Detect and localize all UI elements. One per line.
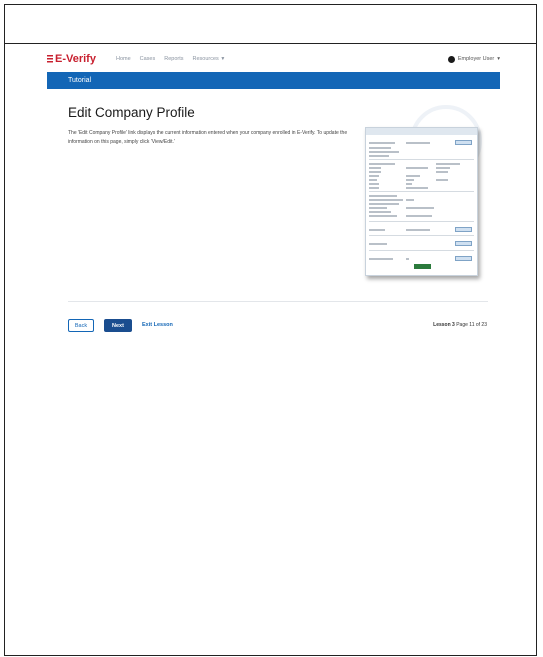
screenshot-row — [369, 147, 391, 149]
lesson-description: The 'Edit Company Profile' link displays… — [68, 130, 348, 145]
screenshot-row — [369, 163, 395, 165]
screenshot-row — [369, 195, 397, 197]
screenshot-header-bar — [366, 128, 477, 135]
screenshot-row — [406, 183, 412, 185]
frame-divider — [4, 43, 537, 44]
lesson-progress: Lesson 3 Page 11 of 23 — [433, 322, 487, 328]
nav-link-resources[interactable]: Resources ▼ — [193, 56, 226, 62]
screenshot-row — [369, 155, 389, 157]
top-navigation: E-Verify Home Cases Reports Resources ▼ … — [47, 46, 500, 72]
screenshot-separator — [369, 235, 474, 236]
screenshot-view-edit-button — [455, 227, 472, 232]
page-counter: Page 11 of 23 — [456, 322, 487, 328]
screenshot-row — [436, 167, 450, 169]
screenshot-row — [406, 179, 414, 181]
screenshot-row — [436, 163, 460, 165]
screenshot-row — [369, 142, 395, 144]
screenshot-row — [406, 215, 432, 217]
screenshot-row — [369, 151, 399, 153]
screenshot-row — [369, 243, 387, 245]
screenshot-row — [406, 229, 430, 231]
screenshot-row — [406, 167, 428, 169]
next-button[interactable]: Next — [104, 319, 132, 332]
screenshot-separator — [369, 159, 474, 160]
screenshot-row — [406, 199, 414, 201]
screenshot-row — [406, 258, 409, 260]
footer-divider — [68, 301, 488, 302]
screenshot-row — [369, 199, 403, 201]
screenshot-view-edit-button — [455, 140, 472, 145]
screenshot-row — [406, 187, 428, 189]
screenshot-view-edit-button — [455, 256, 472, 261]
screenshot-row — [369, 167, 381, 169]
lesson-number: Lesson 3 — [433, 322, 455, 328]
screenshot-separator — [369, 221, 474, 222]
screenshot-row — [369, 258, 393, 260]
nav-link-home[interactable]: Home — [116, 56, 131, 62]
user-icon — [447, 55, 455, 63]
screenshot-row — [406, 142, 430, 144]
screenshot-row — [369, 229, 385, 231]
nav-links: Home Cases Reports Resources ▼ — [116, 56, 225, 62]
exit-lesson-link[interactable]: Exit Lesson — [142, 322, 173, 328]
user-menu[interactable]: Employer User ▾ — [447, 55, 500, 63]
chevron-down-icon: ▼ — [220, 56, 226, 62]
screenshot-row — [369, 187, 379, 189]
screenshot-row — [406, 207, 434, 209]
screenshot-row — [406, 175, 420, 177]
screenshot-submit-button — [414, 264, 431, 269]
page-title: Edit Company Profile — [68, 105, 195, 120]
screenshot-row — [369, 179, 377, 181]
nav-link-reports[interactable]: Reports — [164, 56, 183, 62]
flag-icon — [47, 54, 53, 64]
chevron-down-icon: ▾ — [497, 56, 500, 62]
screenshot-row — [369, 183, 379, 185]
screenshot-row — [369, 207, 387, 209]
back-button[interactable]: Back — [68, 319, 94, 332]
company-profile-screenshot — [365, 127, 478, 276]
screenshot-row — [436, 179, 448, 181]
screenshot-row — [369, 171, 381, 173]
screenshot-view-edit-button — [455, 241, 472, 246]
screenshot-row — [369, 211, 391, 213]
screenshot-row — [369, 203, 399, 205]
everify-logo[interactable]: E-Verify — [47, 53, 96, 65]
screenshot-row — [369, 175, 379, 177]
tutorial-bar-label: Tutorial — [68, 77, 92, 84]
screenshot-separator — [369, 191, 474, 192]
logo-text: E-Verify — [55, 53, 96, 65]
screenshot-row — [369, 215, 397, 217]
screenshot-row — [436, 171, 448, 173]
tutorial-bar: Tutorial — [47, 72, 500, 89]
nav-link-cases[interactable]: Cases — [140, 56, 156, 62]
nav-link-resources-label: Resources — [192, 56, 219, 62]
screenshot-separator — [369, 250, 474, 251]
user-name: Employer User — [457, 56, 495, 62]
